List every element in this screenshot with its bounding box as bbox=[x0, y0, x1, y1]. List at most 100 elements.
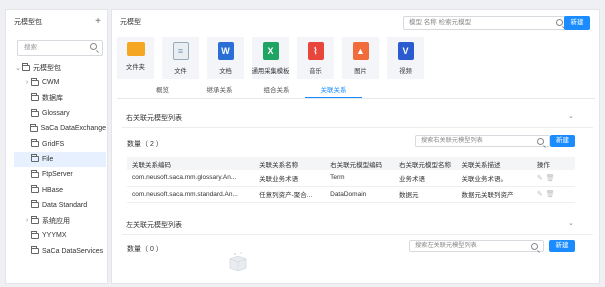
tree-item[interactable]: Glossary bbox=[14, 106, 106, 121]
tree-item-label: 数据库 bbox=[42, 95, 63, 103]
tree-item[interactable]: GridFS bbox=[14, 136, 106, 151]
chevron-down-icon[interactable]: ⌄ bbox=[14, 64, 22, 72]
search-icon[interactable] bbox=[537, 138, 544, 145]
metamodel-tile[interactable]: X 通用采集模板 bbox=[252, 37, 289, 79]
search-icon[interactable] bbox=[531, 243, 538, 250]
metamodel-tile[interactable]: 文件夹 bbox=[117, 37, 154, 79]
metamodel-tiles: 文件夹 ≡ 文件 W 文档 X 通用采集模板 ⌇ 音乐 ▲ 图片 V 视频 bbox=[117, 37, 424, 79]
tile-label: 文档 bbox=[219, 68, 232, 75]
folder-icon bbox=[31, 200, 39, 209]
tree-item-label: 系统应用 bbox=[42, 217, 70, 225]
delete-icon[interactable]: 🗑 bbox=[546, 191, 558, 198]
table-cell: 数据元关联列资产 bbox=[456, 186, 532, 203]
folder-icon bbox=[126, 42, 145, 56]
table-cell: 关联业务术语。 bbox=[456, 170, 532, 187]
section-divider bbox=[122, 234, 593, 235]
metamodel-tile[interactable]: W 文档 bbox=[207, 37, 244, 79]
folder-icon bbox=[31, 215, 39, 224]
word-icon: W bbox=[217, 42, 234, 60]
tab-bar: 概览 继承关系 组合关系 关联关系 bbox=[134, 86, 362, 98]
add-package-button[interactable]: + bbox=[95, 17, 101, 27]
folder-icon bbox=[31, 230, 39, 239]
metamodel-search-placeholder: 模型 名称 检索元模型 bbox=[409, 19, 472, 26]
table-row[interactable]: com.neusoft.saca.mm.glossary.An... 关联业务术语… bbox=[127, 170, 575, 187]
tree-item-label: CWM bbox=[42, 79, 60, 87]
left-assoc-section-title: 左关联元模型列表 bbox=[126, 222, 182, 229]
tree-item[interactable]: SaCa DataServices bbox=[14, 244, 106, 259]
tab-1[interactable]: 继承关系 bbox=[191, 86, 248, 98]
delete-icon[interactable]: 🗑 bbox=[546, 175, 558, 182]
chevron-down-icon[interactable]: ⌄ bbox=[568, 219, 574, 227]
tree-item-label: File bbox=[42, 155, 54, 163]
tree-item[interactable]: SaCa DataExchange bbox=[14, 121, 106, 136]
new-metamodel-button[interactable]: 新建 bbox=[564, 16, 590, 30]
search-icon[interactable] bbox=[556, 19, 563, 26]
tree-item[interactable]: › CWM bbox=[14, 75, 106, 90]
image-icon: ▲ bbox=[352, 42, 369, 60]
table-header-row: 关联关系编码 关联关系名称 右关联元模型编码 右关联元模型名称 关联关系描述 操作 bbox=[127, 157, 575, 170]
tile-label: 音乐 bbox=[309, 68, 322, 75]
tree-item[interactable]: File bbox=[14, 151, 106, 168]
tree-item-label: GridFS bbox=[42, 140, 65, 148]
edit-icon[interactable]: ✎ bbox=[537, 175, 546, 182]
edit-icon[interactable]: ✎ bbox=[537, 191, 546, 198]
metamodel-tile[interactable]: ≡ 文件 bbox=[162, 37, 199, 79]
column-header: 右关联元模型名称 bbox=[394, 157, 457, 170]
tree-item[interactable]: FtpServer bbox=[14, 167, 106, 182]
row-actions: ✎🗑 bbox=[531, 170, 575, 187]
tree-item[interactable]: ⌄ 元模型包 bbox=[14, 60, 106, 75]
pdf-icon: ⌇ bbox=[307, 42, 324, 60]
tree-item-label: SaCa DataServices bbox=[42, 247, 104, 255]
left-assoc-count: 数量（ 0 ） bbox=[127, 246, 163, 253]
metamodel-tile[interactable]: ▲ 图片 bbox=[342, 37, 379, 79]
column-header: 操作 bbox=[531, 157, 575, 170]
left-assoc-search-placeholder: 搜索左关联元模型列表 bbox=[415, 242, 477, 249]
column-header: 关联关系描述 bbox=[456, 157, 532, 170]
chevron-right-icon[interactable]: › bbox=[23, 217, 31, 224]
tab-0[interactable]: 概览 bbox=[134, 86, 191, 98]
column-header: 关联关系名称 bbox=[254, 157, 326, 170]
left-assoc-new-button[interactable]: 新建 bbox=[549, 240, 575, 252]
folder-icon bbox=[31, 77, 39, 86]
table-cell: com.neusoft.saca.mm.standard.An... bbox=[127, 186, 255, 203]
table-cell: 任意列资产-聚合... bbox=[254, 186, 326, 203]
tree-item[interactable]: Data Standard bbox=[14, 198, 106, 213]
chevron-down-icon[interactable]: ⌄ bbox=[568, 112, 574, 120]
table-cell: 业务术语 bbox=[394, 170, 457, 187]
chevron-right-icon[interactable]: › bbox=[23, 79, 31, 86]
tree-item[interactable]: HBase bbox=[14, 182, 106, 197]
tab-3[interactable]: 关联关系 bbox=[305, 86, 362, 98]
folder-icon bbox=[31, 169, 39, 178]
column-header: 关联关系编码 bbox=[127, 157, 255, 170]
excel-icon: X bbox=[262, 42, 279, 60]
folder-icon bbox=[31, 246, 39, 255]
tree-search-placeholder: 搜索 bbox=[24, 44, 37, 51]
metamodel-tile[interactable]: ⌇ 音乐 bbox=[297, 37, 334, 79]
table-row[interactable]: com.neusoft.saca.mm.standard.An... 任意列资产-… bbox=[127, 186, 575, 203]
left-assoc-search-input[interactable]: 搜索左关联元模型列表 bbox=[409, 240, 544, 252]
right-assoc-search-input[interactable]: 搜索右关联元模型列表 bbox=[415, 135, 550, 147]
right-assoc-section-title: 右关联元模型列表 bbox=[126, 115, 182, 122]
empty-box-icon bbox=[229, 252, 247, 271]
tree-item-label: Glossary bbox=[42, 110, 70, 118]
folder-icon bbox=[31, 108, 39, 117]
folder-icon bbox=[31, 185, 39, 194]
tab-2[interactable]: 组合关系 bbox=[248, 86, 305, 98]
metamodel-search-input[interactable]: 模型 名称 检索元模型 bbox=[403, 16, 569, 30]
tree-item-label: FtpServer bbox=[42, 171, 73, 179]
tile-label: 文件 bbox=[174, 68, 187, 75]
tree-item[interactable]: › 系统应用 bbox=[14, 213, 106, 228]
tree-item-label: YYYMX bbox=[42, 232, 67, 240]
right-assoc-new-button[interactable]: 新建 bbox=[550, 135, 575, 147]
table-cell: com.neusoft.saca.mm.glossary.An... bbox=[127, 170, 255, 187]
metamodel-tile[interactable]: V 视频 bbox=[387, 37, 424, 79]
tree-item[interactable]: YYYMX bbox=[14, 228, 106, 243]
tree-item[interactable]: 数据库 bbox=[14, 91, 106, 106]
tile-label: 视频 bbox=[399, 68, 412, 75]
table-cell: DataDomain bbox=[325, 186, 395, 203]
search-icon[interactable] bbox=[90, 43, 97, 50]
tree-search-input[interactable]: 搜索 bbox=[17, 40, 103, 56]
column-header: 右关联元模型编码 bbox=[325, 157, 395, 170]
video-icon: V bbox=[397, 42, 414, 60]
left-panel-header: 元模型包 + bbox=[6, 10, 107, 34]
